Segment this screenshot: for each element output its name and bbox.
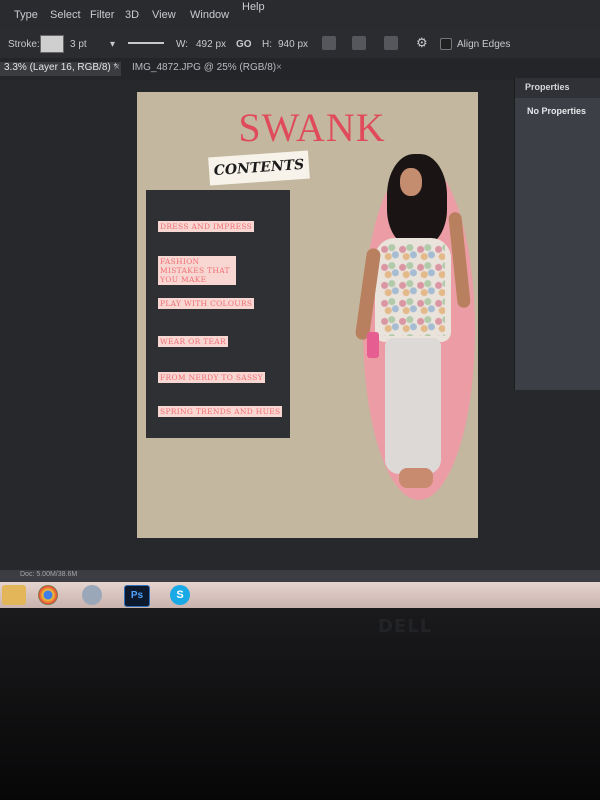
model-photo-hair xyxy=(387,154,447,246)
model-photo-floral-print xyxy=(381,244,445,336)
path-operations-icon[interactable] xyxy=(322,36,336,50)
skype-icon[interactable]: S xyxy=(170,585,190,605)
toc-item: From Nerdy to Sassy xyxy=(158,372,265,383)
toc-item: Fashion Mistakes that you Make xyxy=(158,256,236,285)
toc-item: Spring Trends and Hues xyxy=(158,406,283,417)
windows-taskbar: Ps S xyxy=(0,582,600,608)
monitor-bezel: DELL xyxy=(0,608,600,800)
toc-item: Play with Colours xyxy=(158,298,255,309)
width-field[interactable]: 492 px xyxy=(196,39,226,50)
contents-label: CONTENTS xyxy=(208,150,310,186)
stroke-width-value[interactable]: 3 pt xyxy=(70,39,87,50)
menu-help[interactable]: Help xyxy=(242,1,265,13)
document-info[interactable]: Doc: 5.00M/38.6M xyxy=(20,571,77,578)
menu-type[interactable]: Type xyxy=(14,9,38,21)
properties-panel: Properties No Properties xyxy=(514,78,600,390)
path-arrangement-icon[interactable] xyxy=(384,36,398,50)
width-label: W: xyxy=(176,39,189,50)
height-field[interactable]: 940 px xyxy=(278,39,308,50)
stroke-label: Stroke: xyxy=(8,39,40,50)
toc-item: Wear or Tear xyxy=(158,336,228,347)
tab-img-4872[interactable]: IMG_4872.JPG @ 25% (RGB/8) xyxy=(128,62,280,76)
menu-3d[interactable]: 3D xyxy=(125,9,139,21)
document-tabs: 3.3% (Layer 16, RGB/8) * × IMG_4872.JPG … xyxy=(0,58,600,80)
close-icon[interactable]: × xyxy=(276,62,282,73)
properties-title[interactable]: Properties xyxy=(515,78,600,98)
properties-empty-state: No Properties xyxy=(527,106,587,116)
path-alignment-icon[interactable] xyxy=(352,36,366,50)
photoshop-icon[interactable]: Ps xyxy=(124,585,150,607)
chrome-icon[interactable] xyxy=(38,585,58,605)
magazine-title: SWANK xyxy=(238,105,386,150)
menu-window[interactable]: Window xyxy=(190,9,229,21)
people-icon[interactable] xyxy=(82,585,102,605)
model-photo-feet xyxy=(399,468,433,488)
close-icon[interactable]: × xyxy=(114,62,120,73)
model-photo-trousers xyxy=(385,338,441,474)
link-dimensions-icon[interactable]: GO xyxy=(236,39,252,50)
chevron-down-icon[interactable]: ▾ xyxy=(110,39,115,50)
options-bar: Stroke: 3 pt ▾ W: 492 px GO H: 940 px ⚙ … xyxy=(0,30,600,59)
align-edges-label: Align Edges xyxy=(457,39,511,50)
tab-layer16-doc[interactable]: 3.3% (Layer 16, RGB/8) * xyxy=(0,62,122,76)
height-label: H: xyxy=(262,39,272,50)
table-of-contents-panel: Dress and Impress Fashion Mistakes that … xyxy=(146,190,290,438)
status-bar: Doc: 5.00M/38.6M xyxy=(0,570,600,582)
model-photo-face xyxy=(400,168,422,196)
stroke-type-dropdown[interactable] xyxy=(128,42,164,44)
toc-item: Dress and Impress xyxy=(158,221,255,232)
model-photo-clutch xyxy=(367,332,379,358)
menu-bar: Type Select Filter 3D View Window Help xyxy=(0,0,600,30)
dell-logo: DELL xyxy=(378,616,433,637)
document-canvas[interactable]: SWANK CONTENTS Dress and Impress Fashion… xyxy=(137,92,478,538)
menu-select[interactable]: Select xyxy=(50,9,81,21)
gear-icon[interactable]: ⚙ xyxy=(416,35,428,51)
folder-icon[interactable] xyxy=(2,585,26,605)
stroke-color-swatch[interactable] xyxy=(40,35,64,53)
menu-filter[interactable]: Filter xyxy=(90,9,114,21)
menu-view[interactable]: View xyxy=(152,9,176,21)
align-edges-checkbox[interactable] xyxy=(440,38,452,50)
